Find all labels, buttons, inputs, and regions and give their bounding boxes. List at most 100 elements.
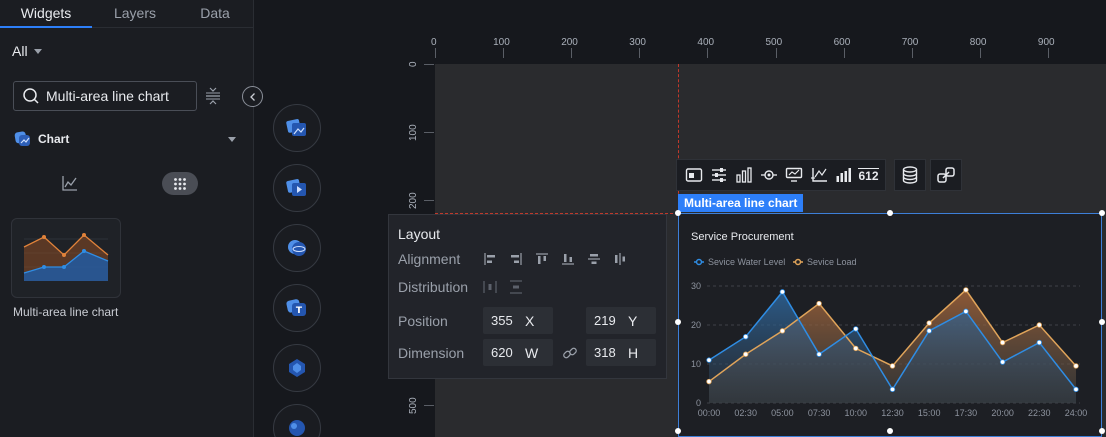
data-point — [1073, 363, 1079, 369]
tab-widgets[interactable]: Widgets — [0, 0, 92, 28]
chevron-left-icon — [249, 92, 255, 101]
ruler-y-label: 0 — [408, 61, 419, 67]
data-point — [816, 300, 822, 307]
shape-widget-button[interactable] — [273, 344, 321, 392]
position-x-unit: X — [525, 312, 535, 329]
resize-handle-left[interactable] — [675, 319, 681, 325]
ruler-y-label: 200 — [408, 192, 419, 210]
layout-panel: Layout Alignment Distribution Position 3… — [388, 214, 667, 379]
lock-ratio-link-icon[interactable] — [562, 345, 578, 361]
distribute-vertical-icon[interactable] — [509, 280, 523, 294]
data-source-button[interactable] — [894, 159, 926, 191]
text-icon: T — [286, 299, 306, 316]
globe-widget-button[interactable] — [273, 224, 321, 272]
vertical-guide-line — [678, 64, 679, 214]
legend-marker-load — [794, 258, 802, 266]
ruler-x-tick — [979, 48, 981, 58]
category-label: Chart — [38, 132, 70, 146]
data-point — [706, 378, 712, 385]
style-settings-button[interactable] — [706, 161, 731, 189]
x-tick-label: 22:30 — [1028, 408, 1051, 418]
image-icon — [286, 119, 306, 136]
position-x-value: 355 — [491, 313, 513, 328]
align-right-icon[interactable] — [509, 252, 523, 266]
interaction-button[interactable] — [930, 159, 962, 191]
x-tick-label: 17:30 — [955, 408, 978, 418]
ruler-x-tick — [571, 48, 573, 58]
ruler-x-tick — [843, 48, 845, 58]
ruler-y-tick — [424, 404, 434, 406]
data-point — [1073, 386, 1079, 393]
video-widget-button[interactable] — [273, 164, 321, 212]
multi-area-line-chart-thumbnail-icon — [23, 233, 109, 281]
distribute-horizontal-icon[interactable] — [483, 280, 497, 294]
resize-handle-right[interactable] — [1099, 319, 1105, 325]
position-x-field[interactable]: 355 X — [483, 307, 553, 334]
image-settings-button[interactable] — [681, 161, 706, 189]
chart-category-icon — [14, 131, 30, 146]
multi-area-line-chart-widget[interactable]: Service Procurement Sevice Water Level S… — [678, 213, 1102, 437]
chart-legend: Sevice Water Level Sevice Load — [694, 257, 857, 267]
globe-icon — [288, 240, 306, 256]
image-widget-button[interactable] — [273, 104, 321, 152]
chevron-down-icon — [33, 48, 42, 54]
x-tick-label: 07:30 — [808, 408, 831, 418]
ruler-x-label: 700 — [901, 37, 919, 48]
grid-icon — [174, 177, 186, 190]
dimension-h-field[interactable]: 318 H — [586, 339, 656, 366]
data-point — [999, 339, 1006, 346]
text-widget-button[interactable]: T — [273, 284, 321, 332]
ruler-y-tick — [424, 64, 434, 65]
shape-icon — [289, 359, 305, 377]
tooltip-button[interactable] — [781, 161, 806, 189]
x-tick-label: 10:00 — [845, 408, 868, 418]
ruler-x-tick — [707, 48, 709, 58]
dimension-w-value: 620 — [491, 345, 513, 360]
number-format-button[interactable]: 612 — [856, 161, 881, 189]
grid-view-button[interactable] — [162, 172, 198, 195]
widget-card-multi-area-line-chart[interactable] — [11, 218, 121, 298]
category-chart[interactable]: Chart — [14, 130, 236, 148]
resize-handle-bottom-right[interactable] — [1099, 428, 1105, 434]
ruler-x-label: 900 — [1037, 37, 1055, 48]
x-tick-label: 15:00 — [918, 408, 941, 418]
align-top-icon[interactable] — [535, 252, 549, 266]
video-icon — [286, 179, 306, 196]
alignment-label: Alignment — [398, 251, 461, 267]
resize-handle-top[interactable] — [887, 210, 893, 216]
bar-chart-button[interactable] — [731, 161, 756, 189]
image-settings-icon — [685, 168, 702, 182]
axis-button[interactable] — [806, 161, 831, 189]
data-point — [779, 328, 786, 334]
map-widget-button[interactable] — [273, 404, 321, 437]
sliders-icon — [711, 168, 726, 182]
data-point — [999, 359, 1006, 365]
resize-handle-bottom[interactable] — [887, 428, 893, 434]
resize-handle-bottom-left[interactable] — [675, 428, 681, 434]
tab-layers[interactable]: Layers — [92, 0, 178, 28]
search-input[interactable] — [46, 88, 186, 104]
ruler-x-label: 0 — [431, 37, 437, 48]
collapse-all-icon[interactable] — [204, 87, 222, 105]
y-tick-label: 10 — [691, 359, 701, 369]
layout-panel-title: Layout — [398, 226, 441, 242]
axis-icon — [810, 168, 827, 182]
align-bottom-icon[interactable] — [561, 252, 575, 266]
filter-dropdown[interactable]: All — [12, 42, 42, 60]
align-middle-icon[interactable] — [587, 252, 601, 266]
resize-handle-top-left[interactable] — [675, 210, 681, 216]
position-y-field[interactable]: 219 Y — [586, 307, 656, 334]
search-field[interactable] — [13, 81, 197, 111]
line-chart-view-icon[interactable] — [60, 173, 80, 193]
ruler-x-tick — [775, 48, 777, 58]
align-left-icon[interactable] — [483, 252, 497, 266]
ruler-y-tick — [424, 200, 434, 202]
series-button[interactable] — [831, 161, 856, 189]
marker-button[interactable] — [756, 161, 781, 189]
ruler-x-tick — [1047, 48, 1049, 58]
dimension-w-field[interactable]: 620 W — [483, 339, 553, 366]
tab-data[interactable]: Data — [178, 0, 252, 28]
collapse-panel-button[interactable] — [242, 86, 263, 107]
align-center-icon[interactable] — [613, 252, 627, 266]
resize-handle-top-right[interactable] — [1099, 210, 1105, 216]
